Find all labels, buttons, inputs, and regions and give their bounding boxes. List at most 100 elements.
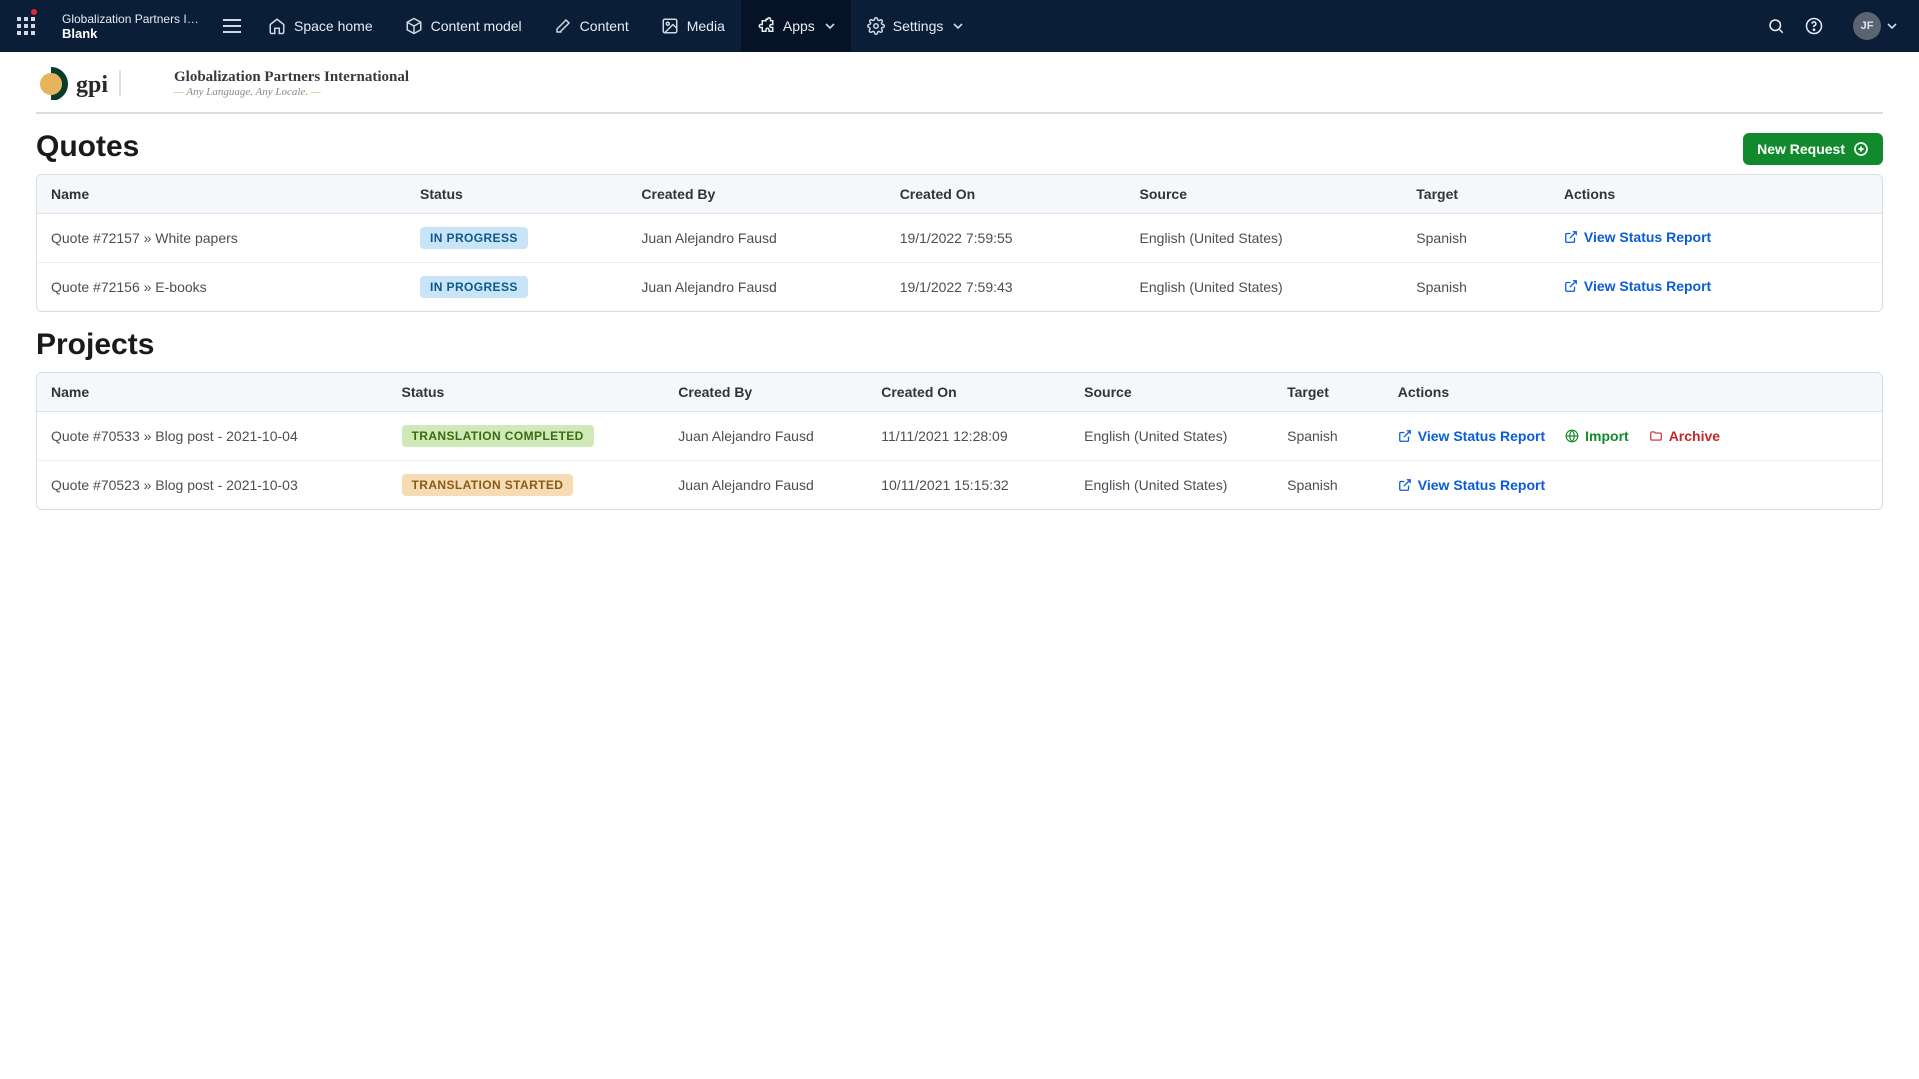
cell-target: Spanish bbox=[1402, 214, 1550, 262]
user-menu[interactable]: JF bbox=[1843, 12, 1907, 40]
brand-text: Globalization Partners International — A… bbox=[174, 69, 409, 98]
cell-target: Spanish bbox=[1273, 412, 1384, 460]
cell-created-on: 10/11/2021 15:15:32 bbox=[867, 460, 1070, 509]
cell-name: Quote #70533 » Blog post - 2021-10-04 bbox=[37, 412, 388, 460]
col-target: Target bbox=[1273, 373, 1384, 412]
nav-content[interactable]: Content bbox=[538, 0, 645, 52]
brand-header: gpi Globalization Partners International… bbox=[36, 62, 1883, 114]
col-source: Source bbox=[1070, 373, 1273, 412]
projects-table-header: Name Status Created By Created On Source… bbox=[37, 373, 1882, 412]
view-status-report-link[interactable]: View Status Report bbox=[1564, 229, 1711, 245]
plus-circle-icon bbox=[1853, 141, 1869, 157]
brand-tagline-text: Any Language. Any Locale. bbox=[186, 86, 308, 98]
space-env: Blank bbox=[62, 26, 202, 41]
gpi-logo-icon: gpi bbox=[36, 66, 156, 100]
avatar-initials: JF bbox=[1861, 20, 1874, 32]
projects-table: Name Status Created By Created On Source… bbox=[36, 372, 1883, 510]
status-badge: TRANSLATION STARTED bbox=[402, 474, 574, 496]
status-badge: IN PROGRESS bbox=[420, 227, 528, 249]
chevron-down-icon bbox=[953, 23, 963, 29]
view-status-report-link[interactable]: View Status Report bbox=[1398, 428, 1545, 444]
table-row: Quote #72156 » E-booksIN PROGRESSJuan Al… bbox=[37, 262, 1882, 311]
col-created-on: Created On bbox=[867, 373, 1070, 412]
cube-icon bbox=[405, 17, 423, 35]
col-source: Source bbox=[1126, 175, 1403, 214]
col-created-by: Created By bbox=[627, 175, 885, 214]
col-status: Status bbox=[406, 175, 627, 214]
notification-dot-icon bbox=[30, 8, 38, 16]
cell-target: Spanish bbox=[1402, 262, 1550, 311]
quotes-table-header: Name Status Created By Created On Source… bbox=[37, 175, 1882, 214]
cell-name: Quote #72157 » White papers bbox=[37, 214, 406, 262]
menu-icon bbox=[223, 19, 241, 33]
topbar-right: JF bbox=[1767, 0, 1919, 52]
col-name: Name bbox=[37, 373, 388, 412]
cell-created-by: Juan Alejandro Fausd bbox=[627, 214, 885, 262]
cell-created-on: 11/11/2021 12:28:09 bbox=[867, 412, 1070, 460]
nav-settings[interactable]: Settings bbox=[851, 0, 980, 52]
nav: Space home Content model Content Media A… bbox=[252, 0, 979, 52]
cell-status: IN PROGRESS bbox=[406, 262, 627, 311]
nav-label: Media bbox=[687, 18, 725, 34]
external-link-icon bbox=[1564, 230, 1578, 244]
search-button[interactable] bbox=[1767, 17, 1785, 35]
gpi-logo: gpi bbox=[36, 66, 156, 100]
menu-toggle[interactable] bbox=[212, 0, 252, 52]
app-switcher[interactable] bbox=[0, 0, 52, 52]
nav-label: Content model bbox=[431, 18, 522, 34]
import-link[interactable]: Import bbox=[1565, 428, 1629, 444]
cell-status: IN PROGRESS bbox=[406, 214, 627, 262]
globe-icon bbox=[1565, 429, 1579, 443]
apps-grid-icon bbox=[17, 17, 35, 35]
table-row: Quote #70533 » Blog post - 2021-10-04TRA… bbox=[37, 412, 1882, 460]
gear-icon bbox=[867, 17, 885, 35]
help-button[interactable] bbox=[1805, 17, 1823, 35]
search-icon bbox=[1767, 17, 1785, 35]
puzzle-icon bbox=[757, 17, 775, 35]
archive-link[interactable]: Archive bbox=[1649, 428, 1720, 444]
new-request-button[interactable]: New Request bbox=[1743, 133, 1883, 165]
cell-source: English (United States) bbox=[1070, 412, 1273, 460]
nav-media[interactable]: Media bbox=[645, 0, 741, 52]
avatar: JF bbox=[1853, 12, 1881, 40]
cell-name: Quote #70523 » Blog post - 2021-10-03 bbox=[37, 460, 388, 509]
col-target: Target bbox=[1402, 175, 1550, 214]
external-link-icon bbox=[1564, 279, 1578, 293]
cell-created-on: 19/1/2022 7:59:43 bbox=[886, 262, 1126, 311]
quotes-table: Name Status Created By Created On Source… bbox=[36, 174, 1883, 312]
cell-actions: View Status Report Import Archive bbox=[1384, 412, 1882, 460]
nav-space-home[interactable]: Space home bbox=[252, 0, 389, 52]
brand-tagline: — Any Language. Any Locale. — bbox=[174, 86, 409, 98]
cell-source: English (United States) bbox=[1126, 214, 1403, 262]
external-link-icon bbox=[1398, 429, 1412, 443]
nav-label: Content bbox=[580, 18, 629, 34]
new-request-label: New Request bbox=[1757, 141, 1845, 157]
chevron-down-icon bbox=[825, 23, 835, 29]
nav-label: Space home bbox=[294, 18, 373, 34]
col-created-on: Created On bbox=[886, 175, 1126, 214]
status-badge: IN PROGRESS bbox=[420, 276, 528, 298]
col-actions: Actions bbox=[1384, 373, 1882, 412]
external-link-icon bbox=[1398, 478, 1412, 492]
nav-apps[interactable]: Apps bbox=[741, 0, 851, 52]
cell-created-on: 19/1/2022 7:59:55 bbox=[886, 214, 1126, 262]
nav-label: Settings bbox=[893, 18, 944, 34]
brand-title: Globalization Partners International bbox=[174, 69, 409, 86]
nav-content-model[interactable]: Content model bbox=[389, 0, 538, 52]
cell-source: English (United States) bbox=[1126, 262, 1403, 311]
page: gpi Globalization Partners International… bbox=[0, 52, 1919, 566]
cell-created-by: Juan Alejandro Fausd bbox=[664, 460, 867, 509]
edit-icon bbox=[554, 17, 572, 35]
chevron-down-icon bbox=[1887, 23, 1897, 29]
nav-label: Apps bbox=[783, 18, 815, 34]
view-status-report-link[interactable]: View Status Report bbox=[1398, 477, 1545, 493]
space-selector[interactable]: Globalization Partners Interna... Blank bbox=[52, 0, 212, 52]
view-status-report-link[interactable]: View Status Report bbox=[1564, 278, 1711, 294]
cell-actions: View Status Report bbox=[1550, 262, 1882, 311]
cell-target: Spanish bbox=[1273, 460, 1384, 509]
cell-status: TRANSLATION STARTED bbox=[388, 460, 665, 509]
quotes-title: Quotes bbox=[36, 130, 139, 164]
cell-name: Quote #72156 » E-books bbox=[37, 262, 406, 311]
projects-title: Projects bbox=[36, 328, 1883, 362]
cell-actions: View Status Report bbox=[1384, 460, 1882, 509]
